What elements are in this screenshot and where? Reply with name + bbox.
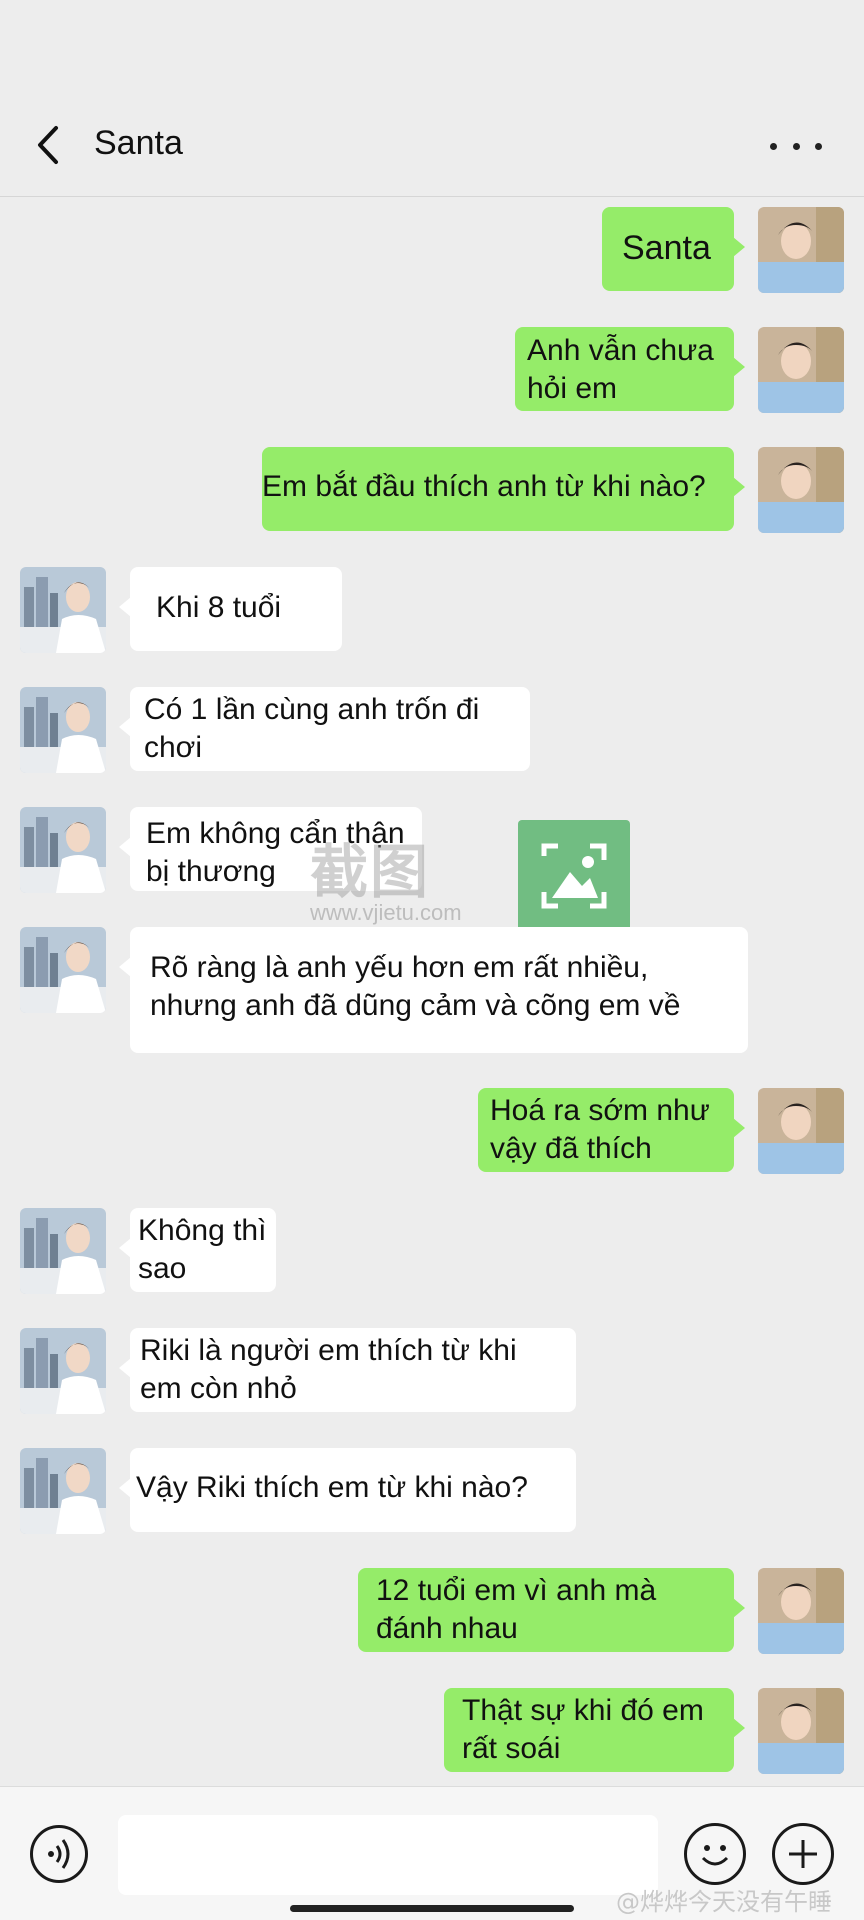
avatar-self[interactable] — [758, 207, 844, 293]
message-bubble-incoming[interactable]: Riki là người em thích từ khi em còn nhỏ — [119, 1328, 576, 1412]
avatar-self[interactable] — [758, 447, 844, 533]
avatar-contact[interactable] — [20, 927, 106, 1013]
chat-screen: Santa Santa Anh vẫn chưa hỏi em Em bắt đ… — [0, 0, 864, 1920]
voice-icon — [48, 1839, 70, 1869]
message-bubble-incoming[interactable]: Có 1 lần cùng anh trốn đi chơi — [119, 687, 530, 771]
chat-title: Santa — [94, 124, 183, 162]
voice-button[interactable] — [30, 1825, 88, 1883]
plus-icon — [789, 1840, 817, 1868]
avatar-contact[interactable] — [20, 807, 106, 893]
home-indicator[interactable] — [290, 1905, 574, 1912]
watermark-url: www.vjietu.com — [310, 900, 462, 925]
watermark-logo-icon — [518, 820, 630, 932]
more-options-button[interactable] — [770, 128, 822, 164]
avatar-contact[interactable] — [20, 1448, 106, 1534]
emoji-button[interactable] — [684, 1823, 746, 1885]
footer-credit: @烨烨今天没有午睡 — [616, 1888, 832, 1916]
more-dot — [792, 142, 800, 150]
avatar-self[interactable] — [758, 1568, 844, 1654]
message-bubble-outgoing[interactable]: Em bắt đầu thích anh từ khi nào? — [262, 447, 745, 531]
avatar-contact[interactable] — [20, 1328, 106, 1414]
message-bubble-outgoing[interactable]: Santa — [602, 207, 745, 291]
avatar-contact[interactable] — [20, 567, 106, 653]
message-bubble-incoming[interactable]: Khi 8 tuổi — [119, 567, 342, 651]
more-dots-icon — [770, 142, 777, 150]
chat-header: Santa — [0, 0, 864, 197]
back-button[interactable] — [30, 120, 74, 170]
message-bubble-outgoing[interactable]: Hoá ra sớm như vậy đã thích — [478, 1088, 745, 1172]
message-bubble-incoming[interactable]: Vậy Riki thích em từ khi nào? — [119, 1448, 576, 1532]
plus-button[interactable] — [772, 1823, 834, 1885]
more-dot — [815, 142, 822, 150]
avatar-contact[interactable] — [20, 687, 106, 773]
message-bubble-outgoing[interactable]: Thật sự khi đó em rất soái — [444, 1688, 745, 1772]
message-bubble-incoming[interactable]: Rõ ràng là anh yếu hơn em rất nhiều, như… — [119, 927, 748, 1053]
avatar-contact[interactable] — [20, 1208, 106, 1294]
avatar-self[interactable] — [758, 1088, 844, 1174]
message-bubble-outgoing[interactable]: 12 tuổi em vì anh mà đánh nhau — [358, 1568, 745, 1652]
emoji-icon — [701, 1845, 729, 1866]
chevron-left-icon — [38, 126, 58, 164]
avatar-self[interactable] — [758, 327, 844, 413]
watermark-text: 截图 — [310, 840, 431, 905]
message-bubble-incoming[interactable]: Không thì sao — [119, 1208, 276, 1292]
message-bubble-outgoing[interactable]: Anh vẫn chưa hỏi em — [515, 327, 745, 411]
message-input[interactable] — [118, 1815, 658, 1895]
avatar-self[interactable] — [758, 1688, 844, 1774]
